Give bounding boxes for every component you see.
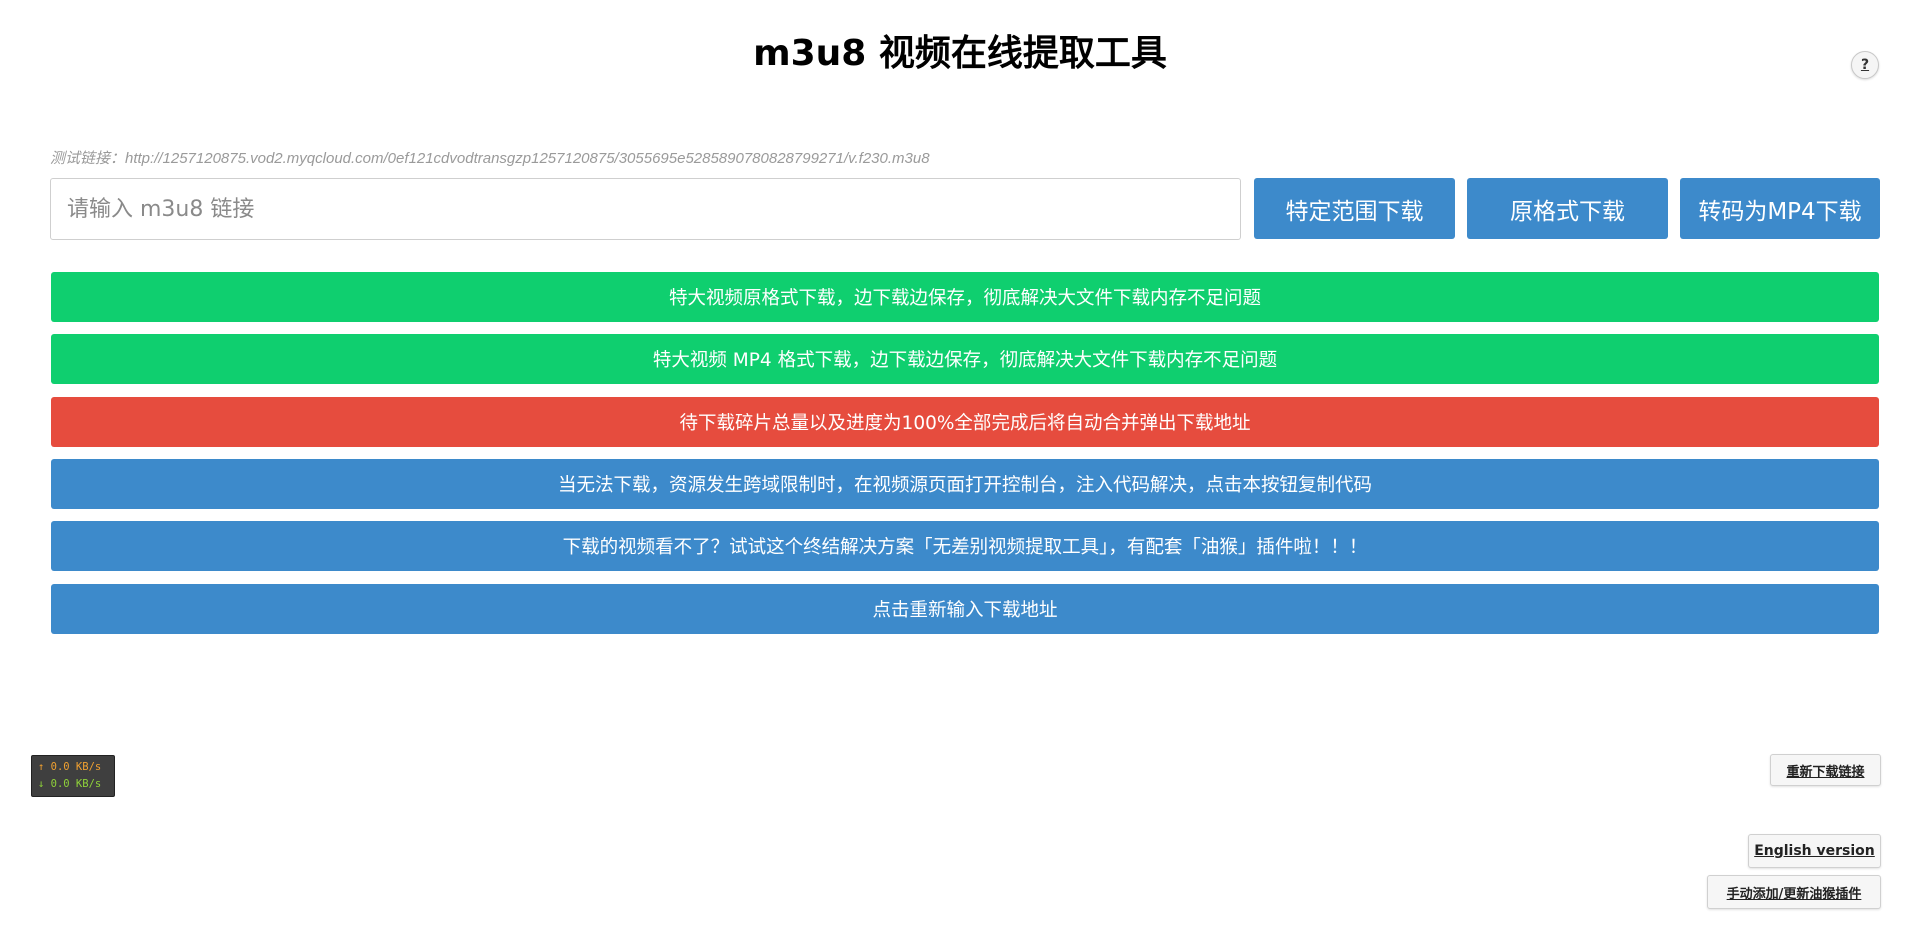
page-title: m3u8 视频在线提取工具 (753, 33, 1167, 74)
large-mp4-download-bar[interactable]: 特大视频 MP4 格式下载，边下载边保存，彻底解决大文件下载内存不足问题 (51, 334, 1879, 384)
large-original-download-bar[interactable]: 特大视频原格式下载，边下载边保存，彻底解决大文件下载内存不足问题 (51, 272, 1879, 322)
m3u8-url-input[interactable] (50, 178, 1241, 240)
manual-plugin-button[interactable]: 手动添加/更新油猴插件 (1707, 875, 1881, 909)
download-speed: ↓ 0.0 KB/s (38, 778, 102, 790)
redownload-link-button[interactable]: 重新下载链接 (1770, 754, 1881, 786)
help-button[interactable]: ? (1851, 51, 1879, 79)
progress-info-bar[interactable]: 待下载碎片总量以及进度为100%全部完成后将自动合并弹出下载地址 (51, 397, 1879, 447)
range-download-button[interactable]: 特定范围下载 (1254, 178, 1455, 239)
video-extract-tool-bar[interactable]: 下载的视频看不了？试试这个终结解决方案「无差别视频提取工具」，有配套「油猴」插件… (51, 521, 1879, 571)
original-format-download-button[interactable]: 原格式下载 (1467, 178, 1668, 239)
copy-code-bar[interactable]: 当无法下载，资源发生跨域限制时，在视频源页面打开控制台，注入代码解决，点击本按钮… (51, 459, 1879, 509)
upload-speed: ↑ 0.0 KB/s (38, 761, 102, 773)
re-enter-url-bar[interactable]: 点击重新输入下载地址 (51, 584, 1879, 634)
network-speed-widget: ↑ 0.0 KB/s ↓ 0.0 KB/s (31, 755, 115, 797)
page: m3u8 视频在线提取工具 ? 测试链接：http://1257120875.v… (0, 0, 1920, 933)
mp4-transcode-download-button[interactable]: 转码为MP4下载 (1680, 178, 1880, 239)
english-version-button[interactable]: English version (1748, 834, 1881, 868)
test-link-hint: 测试链接：http://1257120875.vod2.myqcloud.com… (50, 150, 930, 167)
